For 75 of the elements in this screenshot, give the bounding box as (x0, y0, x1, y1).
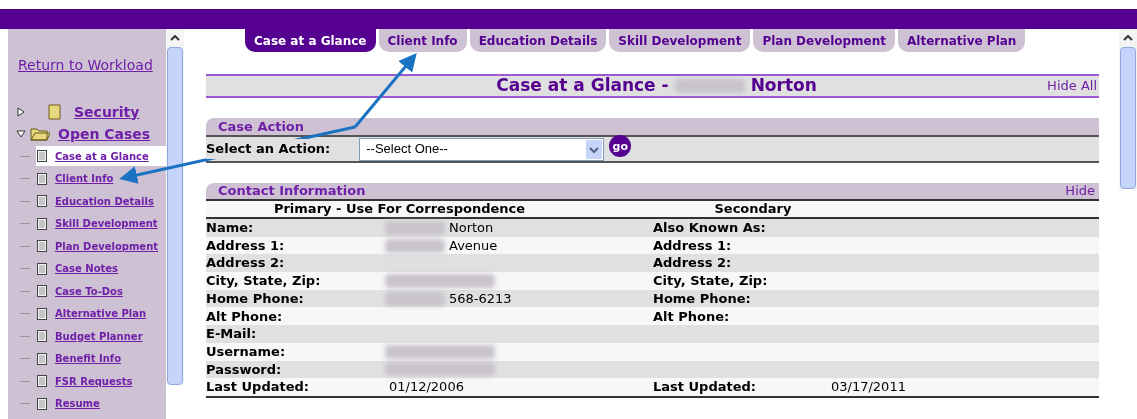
field-value: 01/12/2006 (389, 378, 464, 397)
scroll-thumb[interactable] (1120, 47, 1136, 189)
client-name: Norton (750, 74, 817, 98)
field-label: Also Known As: (653, 219, 767, 238)
document-icon (37, 150, 47, 163)
tree-item[interactable]: Case To-Dos (36, 281, 166, 302)
field-label: City, State, Zip: (653, 272, 769, 291)
document-icon (37, 330, 47, 343)
field-label: Home Phone: (653, 289, 752, 308)
field-value: 568-6213 (449, 289, 512, 308)
action-select[interactable]: --Select One-- (359, 137, 605, 161)
field-value: Norton (449, 219, 494, 238)
field-label: City, State, Zip: (206, 272, 322, 291)
document-icon (37, 285, 47, 298)
field-label: Password: (206, 360, 283, 379)
scroll-up-icon[interactable] (170, 35, 180, 41)
open-folder-icon (30, 126, 50, 142)
section-title: Case Action (218, 117, 305, 136)
go-button[interactable]: go (609, 135, 632, 157)
tree-item[interactable]: Client Info (36, 168, 166, 189)
return-link[interactable]: Return to Workload (18, 57, 153, 73)
collapse-triangle-icon[interactable] (16, 129, 26, 139)
field-label: Username: (206, 342, 287, 361)
tab[interactable]: Education Details (469, 29, 607, 52)
field-label: Last Updated: (206, 378, 310, 397)
document-icon (37, 217, 47, 230)
page-title: Case at a Glance - (496, 74, 669, 98)
field-label: Alt Phone: (206, 307, 284, 326)
tab[interactable]: Skill Development (609, 29, 751, 52)
field-value: Avenue (449, 236, 498, 255)
field-label: Last Updated: (653, 378, 757, 397)
document-icon (37, 397, 47, 410)
scrollbar[interactable] (1119, 29, 1137, 189)
section-title: Contact Information (218, 182, 366, 201)
hide-link[interactable]: Hide (1065, 181, 1095, 201)
document-icon (37, 172, 47, 185)
field-label: Address 2: (206, 254, 286, 273)
column-header: Secondary (713, 200, 793, 219)
field-label: Address 1: (206, 236, 286, 255)
document-icon (37, 240, 47, 253)
scrollbar[interactable] (166, 29, 184, 385)
tab[interactable]: Case at a Glance (245, 29, 376, 52)
field-label: Address 2: (653, 254, 733, 273)
tab[interactable]: Alternative Plan (898, 29, 1026, 52)
document-icon (37, 352, 47, 365)
document-icon (37, 375, 47, 388)
tree-item[interactable]: Budget Planner (36, 326, 166, 347)
expand-triangle-icon[interactable] (16, 107, 26, 117)
tab[interactable]: Plan Development (753, 29, 896, 52)
tree-item[interactable]: Resume (36, 393, 166, 414)
document-icon (37, 195, 47, 208)
tree-item[interactable]: Skill Development (36, 213, 166, 234)
folder-link[interactable]: Security (74, 101, 140, 123)
folder-link[interactable]: Open Cases (58, 123, 151, 145)
scroll-thumb[interactable] (167, 47, 183, 385)
field-label: Home Phone: (206, 289, 305, 308)
tree-item[interactable]: Case at a Glance (36, 146, 166, 167)
tree-item[interactable]: Plan Development (36, 236, 166, 257)
field-label: E-Mail: (206, 325, 258, 344)
tree-item[interactable]: Education Details (36, 191, 166, 212)
tree-item[interactable]: Alternative Plan (36, 303, 166, 324)
tree-item[interactable]: Case Notes (36, 258, 166, 279)
scroll-up-icon[interactable] (1123, 35, 1133, 41)
action-label: Select an Action: (206, 139, 331, 159)
field-label: Name: (206, 219, 255, 238)
column-header: Primary - Use For Correspondence (272, 200, 527, 219)
tab[interactable]: Client Info (378, 29, 467, 52)
tree-item[interactable]: Benefit Info (36, 348, 166, 369)
field-value: 03/17/2011 (831, 378, 906, 397)
document-icon (37, 262, 47, 275)
tree-item[interactable]: FSR Requests (36, 371, 166, 392)
field-label: Alt Phone: (653, 307, 731, 326)
field-label: Address 1: (653, 236, 733, 255)
document-icon (37, 307, 47, 320)
hide-all-link[interactable]: Hide All (1047, 76, 1099, 96)
